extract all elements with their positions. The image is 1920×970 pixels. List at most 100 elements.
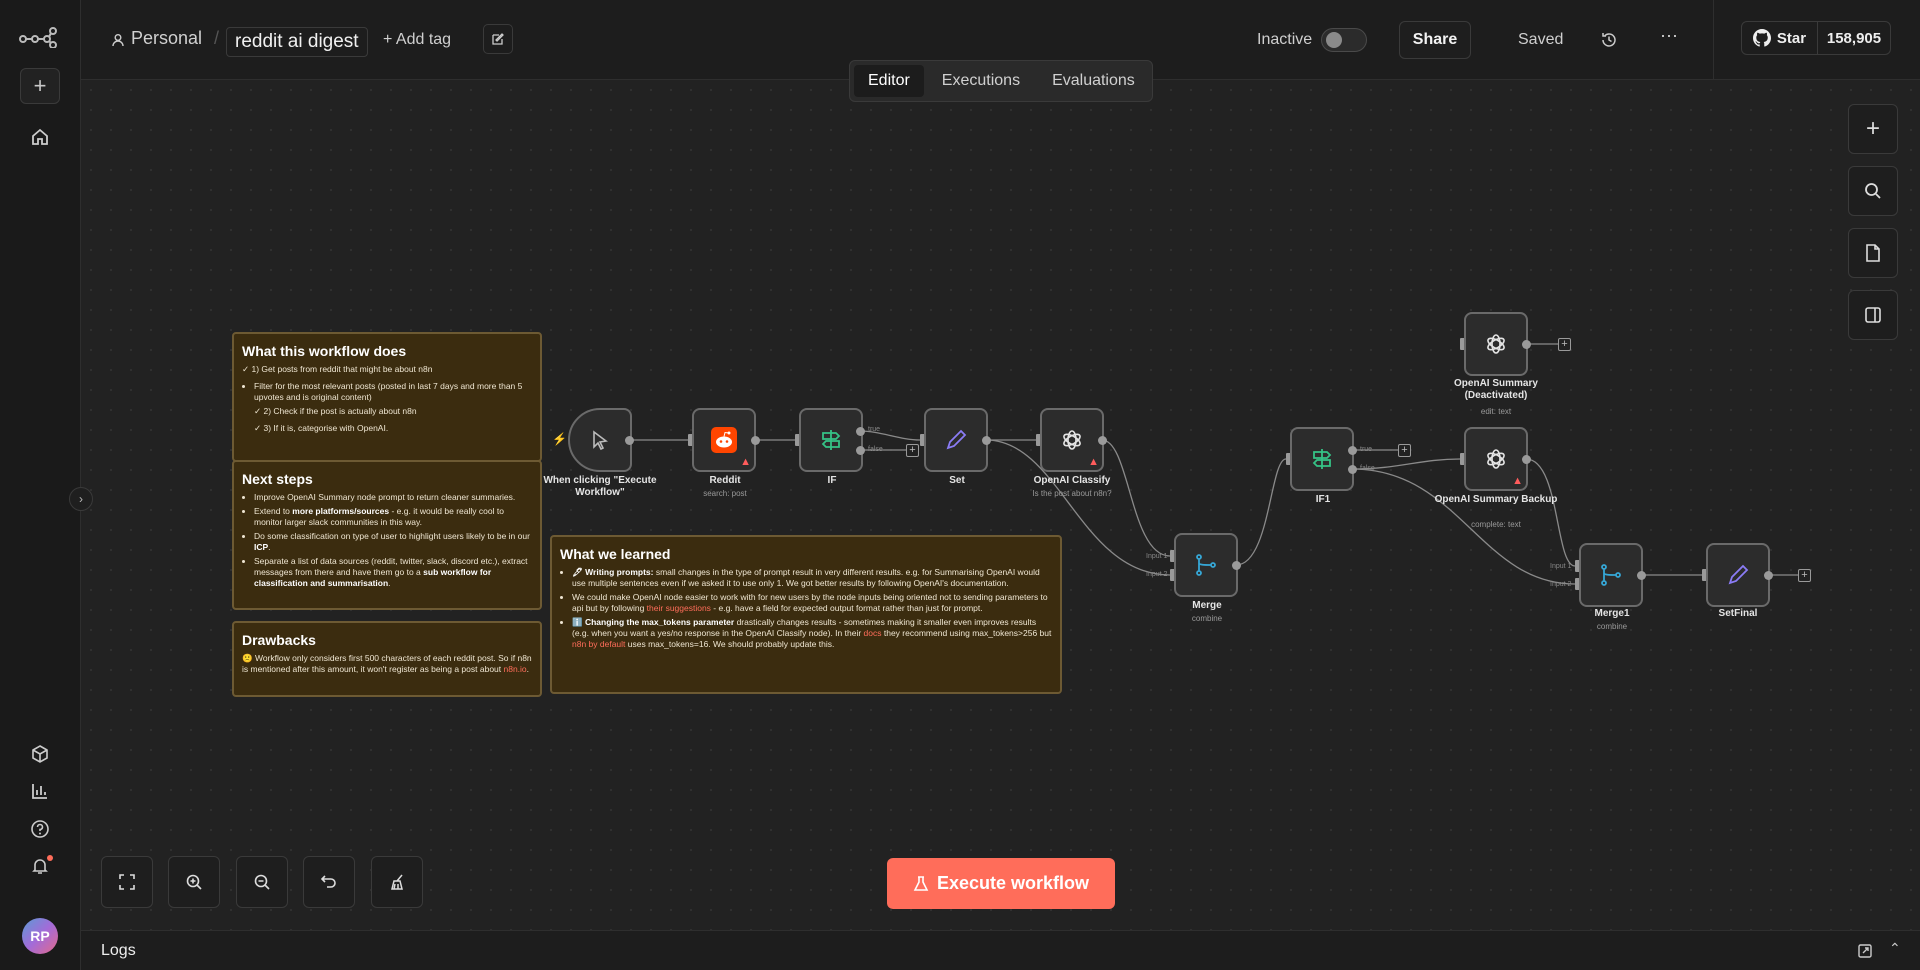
sticky-bullet: Filter for the most relevant posts (post…	[254, 381, 532, 403]
add-node-plus[interactable]: +	[1398, 444, 1411, 457]
templates-button[interactable]	[20, 736, 60, 772]
node-reddit[interactable]: ▲	[692, 408, 756, 472]
node-subtitle: complete: text	[1471, 520, 1521, 529]
avatar[interactable]: RP	[22, 918, 58, 954]
logs-panel[interactable]: Logs ⌃	[81, 930, 1920, 970]
tab-executions[interactable]: Executions	[928, 65, 1034, 97]
output-port[interactable]	[751, 436, 760, 445]
sticky-step: ✓ 2) Check if the post is actually about…	[254, 406, 417, 416]
node-subtitle: Is the post about n8n?	[1032, 489, 1112, 498]
node-setfinal[interactable]	[1706, 543, 1770, 607]
node-label: Merge1	[1594, 608, 1630, 619]
zoom-in-button[interactable]	[168, 856, 220, 908]
output-port[interactable]	[1637, 571, 1646, 580]
tidy-up-button[interactable]	[371, 856, 423, 908]
output-port-true[interactable]	[1348, 446, 1357, 455]
share-button[interactable]: Share	[1399, 21, 1471, 59]
add-node-plus[interactable]: +	[906, 444, 919, 457]
help-button[interactable]	[20, 811, 60, 847]
output-port-false[interactable]	[1348, 465, 1357, 474]
suggestions-link[interactable]: their suggestions	[647, 603, 711, 613]
note-edit-icon	[492, 33, 504, 45]
panel-icon	[1865, 307, 1881, 323]
left-sidebar: + RP	[0, 0, 81, 970]
zoom-out-button[interactable]	[236, 856, 288, 908]
node-set[interactable]	[924, 408, 988, 472]
expand-sidebar-button[interactable]: ›	[69, 487, 93, 511]
sticky-title: What this workflow does	[242, 343, 407, 359]
warning-icon[interactable]: ▲	[1088, 456, 1099, 468]
node-label: OpenAI Classify	[1033, 475, 1111, 486]
sticky-note-drawbacks[interactable]: Drawbacks 🙁 Workflow only considers firs…	[232, 621, 542, 697]
github-star-button[interactable]: Star	[1742, 22, 1818, 54]
output-port-false[interactable]	[856, 446, 865, 455]
output-port-true[interactable]	[856, 427, 865, 436]
undo-button[interactable]	[303, 856, 355, 908]
node-merge[interactable]	[1174, 533, 1238, 597]
pop-out-icon[interactable]	[1857, 943, 1873, 959]
zoom-in-icon	[186, 874, 202, 890]
notifications-button[interactable]	[20, 848, 60, 884]
input-2-label: Input 2	[1550, 581, 1572, 588]
add-node-button[interactable]: +	[1848, 104, 1898, 154]
insights-button[interactable]	[20, 773, 60, 809]
node-openai-summary-backup[interactable]: ▲	[1464, 427, 1528, 491]
edit-description-button[interactable]	[483, 24, 513, 54]
more-options-icon[interactable]: ⋯	[1660, 26, 1679, 47]
home-button[interactable]	[20, 119, 60, 155]
node-openai-summary[interactable]	[1464, 312, 1528, 376]
workflow-name[interactable]: reddit ai digest	[226, 27, 368, 57]
search-nodes-button[interactable]	[1848, 166, 1898, 216]
n8n-default-link[interactable]: n8n by default	[572, 639, 625, 649]
output-port[interactable]	[1522, 340, 1531, 349]
toggle-knob	[1326, 32, 1342, 48]
output-port[interactable]	[1098, 436, 1107, 445]
tab-editor[interactable]: Editor	[854, 65, 924, 97]
node-label: IF1	[1315, 494, 1331, 505]
logs-title: Logs	[101, 942, 136, 959]
sticky-note-what-this-does[interactable]: What this workflow does ✓ 1) Get posts f…	[232, 332, 542, 462]
toggle-panel-button[interactable]	[1848, 290, 1898, 340]
node-if[interactable]	[799, 408, 863, 472]
tab-evaluations[interactable]: Evaluations	[1038, 65, 1149, 97]
zoom-out-icon	[254, 874, 270, 890]
sticky-title: Drawbacks	[242, 632, 316, 648]
node-manual-trigger[interactable]	[568, 408, 632, 472]
add-sticky-button[interactable]	[1848, 228, 1898, 278]
node-subtitle: edit: text	[1480, 407, 1512, 416]
node-if1[interactable]	[1290, 427, 1354, 491]
breadcrumb-project[interactable]: Personal	[131, 28, 202, 49]
warning-icon[interactable]: ▲	[1512, 475, 1523, 487]
node-openai-classify[interactable]: ▲	[1040, 408, 1104, 472]
create-button[interactable]: +	[20, 68, 60, 104]
bar-chart-icon	[32, 784, 47, 799]
input-1-label: Input 1	[1146, 553, 1168, 560]
broom-icon	[391, 874, 403, 890]
github-star-count[interactable]: 158,905	[1818, 22, 1890, 54]
node-label: When clicking "Execute Workflow"	[543, 475, 657, 498]
output-port[interactable]	[1764, 571, 1773, 580]
active-toggle[interactable]	[1321, 28, 1367, 52]
chevron-up-icon[interactable]: ⌃	[1889, 940, 1901, 957]
warning-icon[interactable]: ▲	[740, 456, 751, 468]
n8n-logo[interactable]	[18, 26, 58, 48]
add-node-plus[interactable]: +	[1798, 569, 1811, 582]
add-tag-button[interactable]: + Add tag	[383, 31, 451, 49]
execute-workflow-button[interactable]: Execute workflow	[887, 858, 1115, 909]
docs-link[interactable]: docs	[864, 628, 882, 638]
sticky-bullet: Do some classification on type of user t…	[254, 531, 532, 553]
sticky-bullet: Extend to more platforms/sources - e.g. …	[254, 506, 532, 528]
output-port[interactable]	[1232, 561, 1241, 570]
add-node-plus[interactable]: +	[1558, 338, 1571, 351]
fit-view-button[interactable]	[101, 856, 153, 908]
github-star-widget[interactable]: Star 158,905	[1741, 21, 1891, 55]
n8n-link[interactable]: n8n.io	[504, 664, 527, 674]
sticky-note-what-we-learned[interactable]: What we learned 🖋 Writing prompts: small…	[550, 535, 1062, 694]
output-port[interactable]	[1522, 455, 1531, 464]
node-merge1[interactable]	[1579, 543, 1643, 607]
output-port[interactable]	[982, 436, 991, 445]
sticky-note-next-steps[interactable]: Next steps Improve OpenAI Summary node p…	[232, 460, 542, 610]
output-port[interactable]	[625, 436, 634, 445]
merge-icon	[1196, 554, 1216, 576]
history-icon[interactable]	[1600, 31, 1618, 49]
